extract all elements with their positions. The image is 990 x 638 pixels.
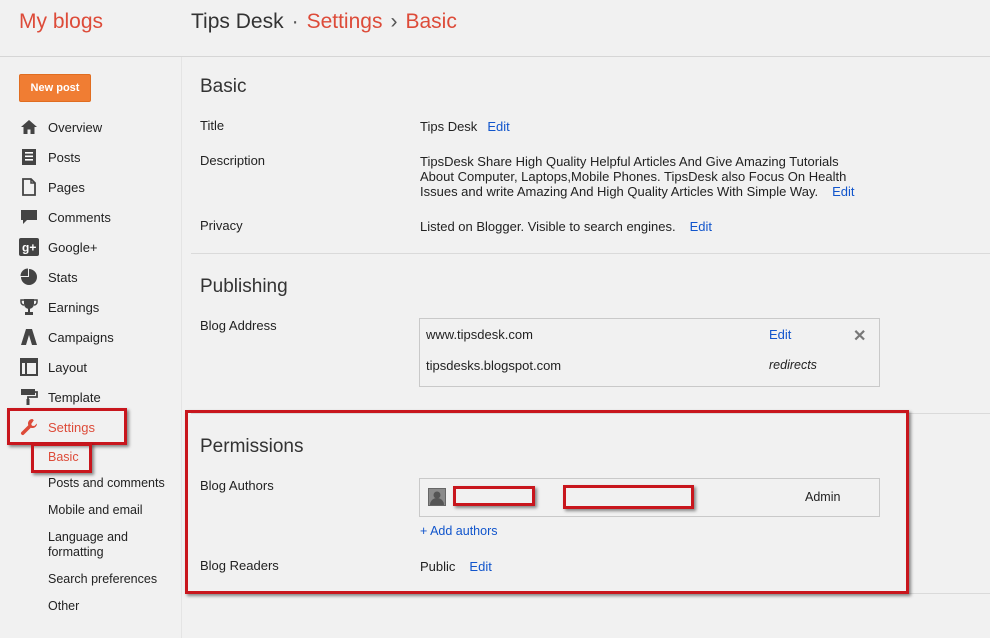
section-divider [191, 253, 990, 254]
sidebar-divider [181, 57, 182, 638]
description-line-last: Issues and write Amazing And High Qualit… [420, 184, 855, 199]
breadcrumb: Tips Desk · Settings › Basic [191, 10, 457, 34]
description-line: TipsDesk Share High Quality Helpful Arti… [420, 154, 839, 169]
edit-title-link[interactable]: Edit [487, 119, 509, 134]
settings-sub-mobile-and-email[interactable]: Mobile and email [48, 503, 143, 518]
trophy-icon [19, 297, 39, 317]
breadcrumb-arrow: › [390, 10, 398, 33]
description-line: About Computer, Laptops,Mobile Phones. T… [420, 169, 847, 184]
sidebar-item-pages[interactable]: Pages [19, 176, 85, 198]
sidebar-item-label: Layout [48, 359, 88, 375]
stats-icon [19, 267, 39, 287]
breadcrumb-dot: · [291, 10, 299, 33]
breadcrumb-blog-name[interactable]: Tips Desk [191, 10, 284, 33]
privacy-label: Privacy [200, 218, 243, 233]
breadcrumb-current: Basic [405, 10, 457, 33]
title-value: Tips Desk [420, 119, 478, 134]
sidebar-item-template[interactable]: Template [19, 386, 101, 408]
pages-icon [19, 177, 39, 197]
basic-highlight-box [31, 443, 92, 473]
edit-privacy-link[interactable]: Edit [690, 219, 712, 234]
redirects-label: redirects [769, 358, 817, 372]
privacy-value: Listed on Blogger. Visible to search eng… [420, 219, 676, 234]
custom-domain-value: www.tipsdesk.com [426, 327, 533, 342]
sidebar-item-label: Earnings [48, 299, 100, 315]
breadcrumb-settings[interactable]: Settings [307, 10, 383, 33]
top-bar: My blogs Tips Desk · Settings › Basic [0, 0, 990, 57]
sidebar-item-stats[interactable]: Stats [19, 266, 78, 288]
section-title-publishing: Publishing [200, 276, 288, 297]
sidebar-item-layout[interactable]: Layout [19, 356, 87, 378]
description-value: TipsDesk Share High Quality Helpful Arti… [420, 154, 855, 199]
svg-text:g+: g+ [22, 241, 36, 255]
sidebar-item-label: Stats [48, 269, 78, 285]
settings-sub-language-and-formatting[interactable]: Language and formatting [48, 530, 128, 560]
layout-icon [19, 357, 39, 377]
title-label: Title [200, 118, 225, 133]
remove-domain-icon[interactable]: ✕ [853, 326, 866, 346]
settings-sub-posts-and-comments[interactable]: Posts and comments [48, 476, 165, 491]
sidebar-item-campaigns[interactable]: Campaigns [19, 326, 114, 348]
sidebar-item-comments[interactable]: Comments [19, 206, 111, 228]
sidebar-item-label: Pages [48, 179, 85, 195]
privacy-value-row: Listed on Blogger. Visible to search eng… [420, 219, 712, 234]
new-post-button[interactable]: New post [19, 74, 91, 102]
sidebar-item-earnings[interactable]: Earnings [19, 296, 99, 318]
my-blogs-link[interactable]: My blogs [19, 10, 103, 34]
sidebar-item-overview[interactable]: Overview [19, 116, 102, 138]
blog-address-label: Blog Address [200, 318, 277, 333]
template-icon [19, 387, 39, 407]
sidebar-item-google-plus[interactable]: g+ Google+ [19, 236, 98, 258]
sidebar-item-label: Campaigns [48, 329, 114, 345]
home-icon [19, 117, 39, 137]
settings-sub-other[interactable]: Other [48, 599, 79, 614]
sidebar-item-label: Template [48, 389, 101, 405]
edit-custom-domain-link[interactable]: Edit [769, 327, 791, 342]
sidebar-item-label: Posts [48, 149, 81, 165]
sidebar-item-label: Comments [48, 209, 111, 225]
posts-icon [19, 147, 39, 167]
edit-description-link[interactable]: Edit [832, 184, 854, 199]
description-label: Description [200, 153, 266, 168]
comments-icon [19, 207, 39, 227]
campaigns-icon [19, 327, 39, 347]
permissions-highlight-box [185, 410, 909, 594]
title-value-row: Tips Desk Edit [420, 119, 510, 134]
settings-highlight-box [7, 408, 127, 445]
settings-sub-search-preferences[interactable]: Search preferences [48, 572, 157, 587]
sidebar-item-label: Overview [48, 119, 103, 135]
blogspot-domain-value: tipsdesks.blogspot.com [426, 358, 562, 373]
google-plus-icon: g+ [19, 237, 39, 257]
section-title-basic: Basic [200, 76, 247, 97]
sidebar-item-posts[interactable]: Posts [19, 146, 81, 168]
sidebar-item-label: Google+ [48, 239, 98, 255]
